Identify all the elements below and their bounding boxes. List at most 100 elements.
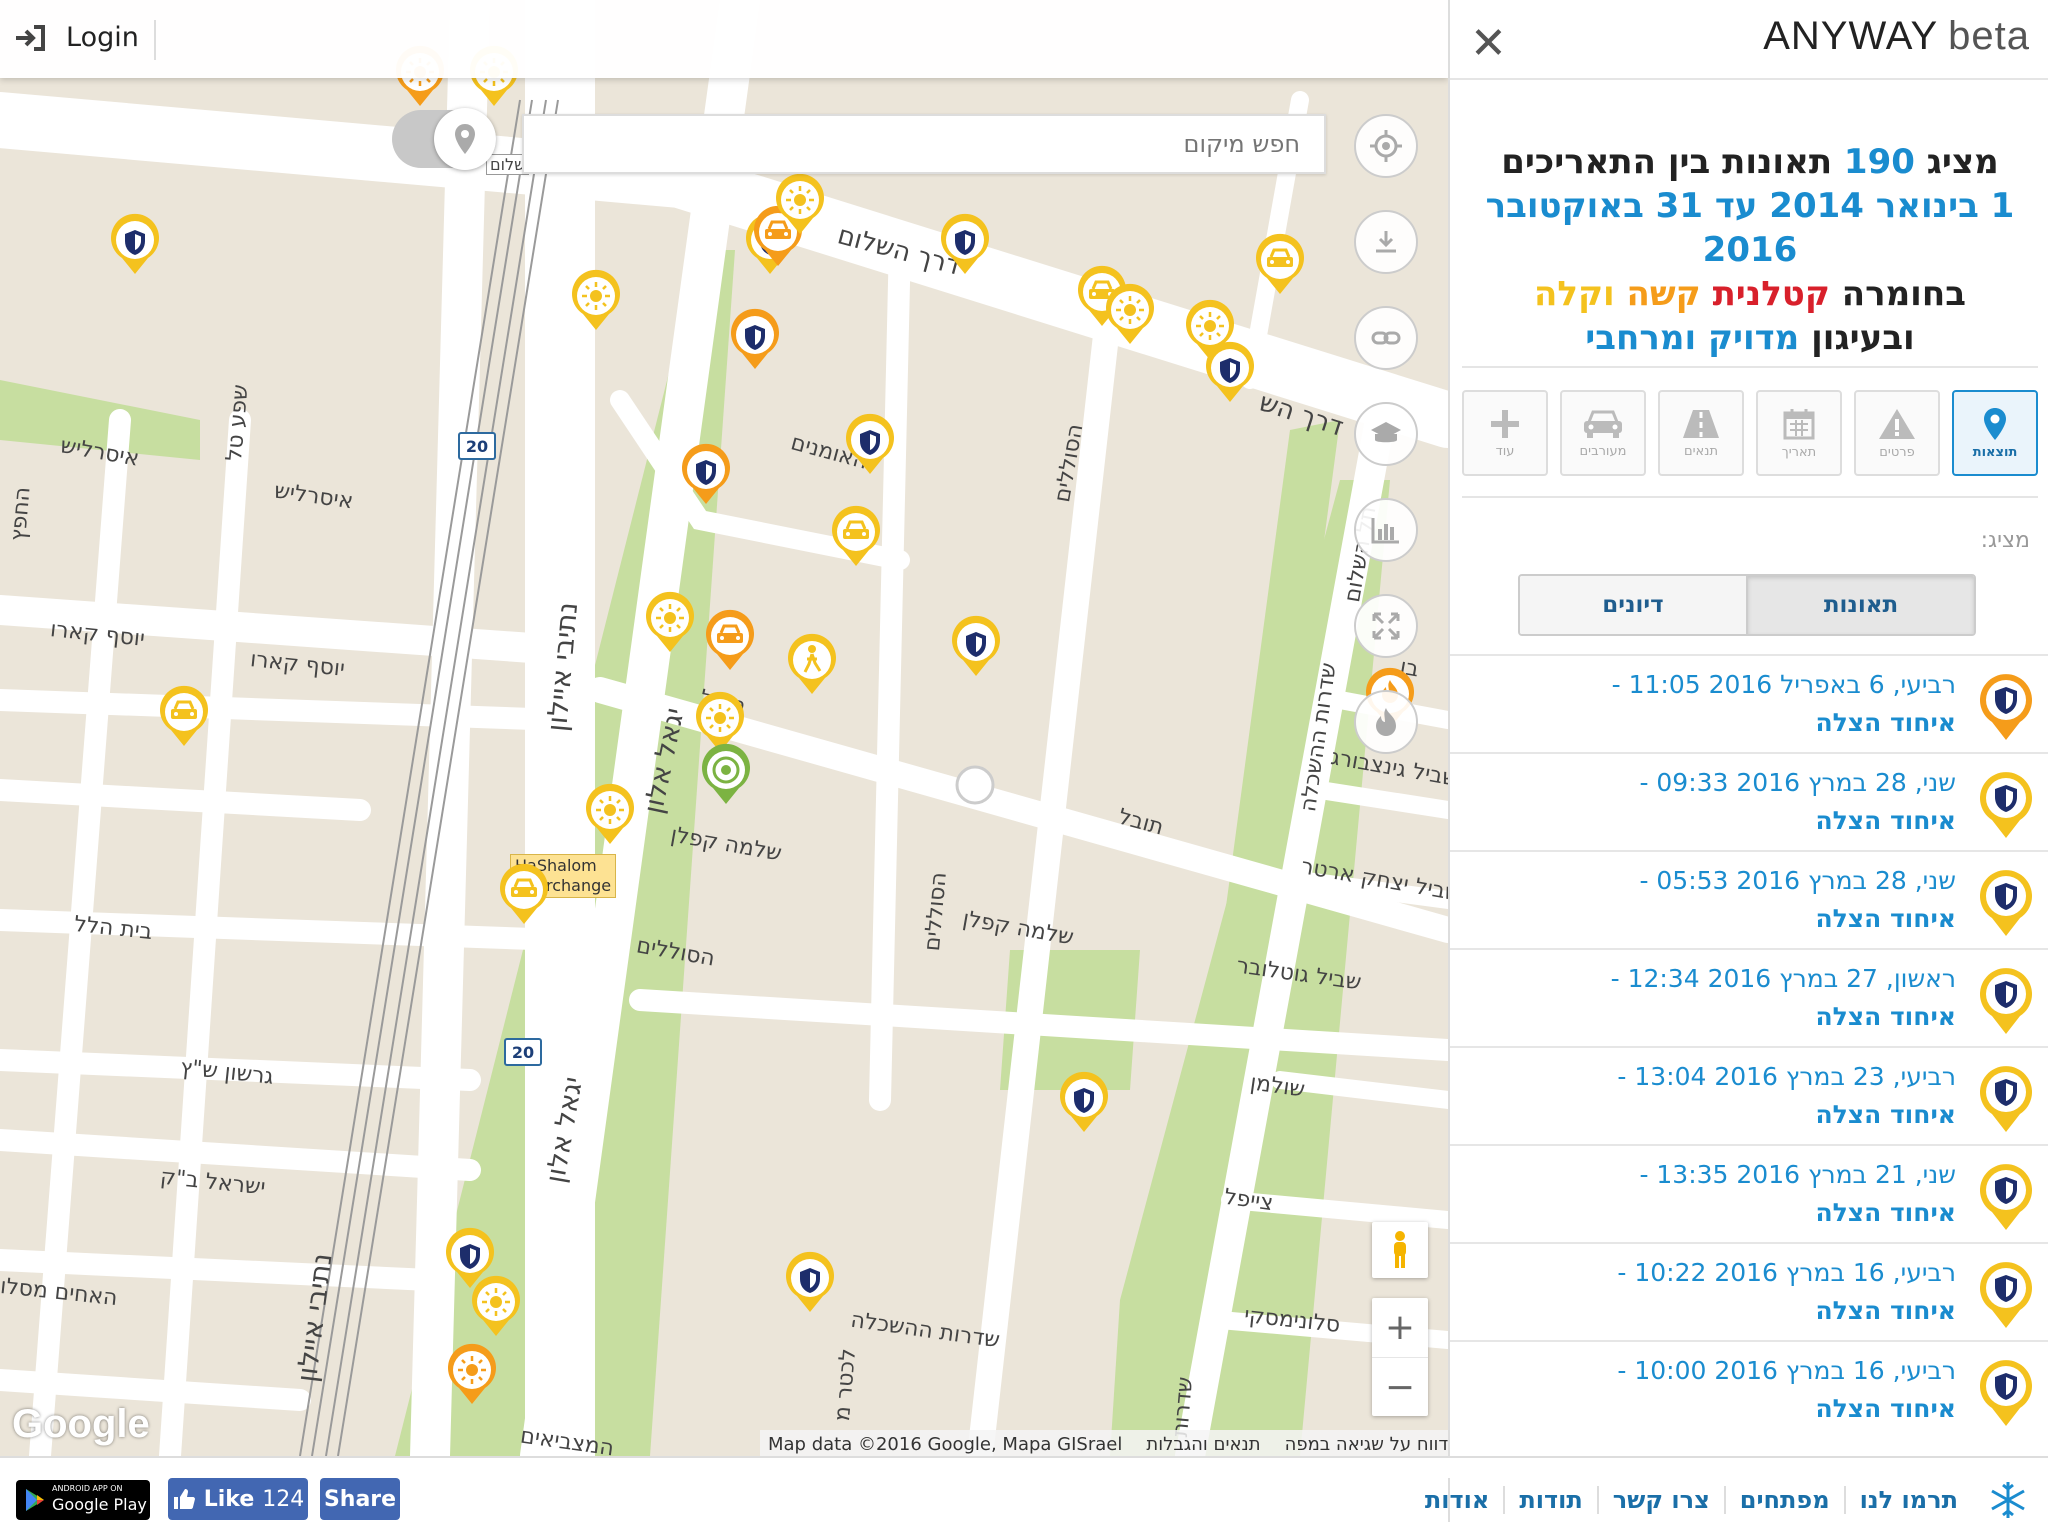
- result-title[interactable]: רביעי, 16 במרץ 2016 10:00 -: [1617, 1356, 1956, 1385]
- tab-details[interactable]: פרטים: [1854, 390, 1940, 476]
- result-item[interactable]: רביעי, 6 באפריל 2016 11:05 - איחוד הצלה: [1450, 654, 2048, 752]
- result-item[interactable]: שני, 28 במרץ 2016 05:53 - איחוד הצלה: [1450, 850, 2048, 948]
- result-item[interactable]: שני, 28 במרץ 2016 09:33 - איחוד הצלה: [1450, 752, 2048, 850]
- car-marker-icon[interactable]: [829, 504, 883, 568]
- shield-marker-icon: [1980, 674, 2032, 740]
- shield-marker-icon[interactable]: [949, 614, 1003, 678]
- shield-marker-icon: [1980, 1262, 2032, 1328]
- top-toolbar: Login: [0, 0, 1448, 78]
- footer-link-thanks[interactable]: תודות: [1503, 1486, 1596, 1514]
- result-title[interactable]: רביעי, 16 במרץ 2016 10:22 -: [1617, 1258, 1956, 1287]
- footer-link-about[interactable]: אודות: [1411, 1486, 1503, 1514]
- road-icon: [1683, 409, 1719, 438]
- sidebar: ANYWAY beta ✕ מציג 190 תאונות בין התאריכי…: [1448, 0, 2048, 1456]
- shield-marker-icon[interactable]: [783, 1250, 837, 1314]
- pegman-icon[interactable]: [1372, 1222, 1428, 1278]
- car-marker-icon[interactable]: [703, 608, 757, 672]
- result-source: איחוד הצלה: [1815, 708, 1956, 737]
- target-marker-icon[interactable]: [699, 742, 753, 806]
- locate-icon[interactable]: [1354, 114, 1418, 178]
- footer-link-contact[interactable]: צרו קשר: [1596, 1486, 1724, 1514]
- result-title[interactable]: שני, 28 במרץ 2016 05:53 -: [1639, 866, 1956, 895]
- route-20-shield: 20: [504, 1038, 542, 1066]
- results-list: רביעי, 6 באפריל 2016 11:05 - איחוד הצלה שנ…: [1450, 654, 2048, 1438]
- car-marker-icon[interactable]: [497, 862, 551, 926]
- snowflake-icon: [1991, 1482, 2025, 1518]
- result-item[interactable]: ראשון, 27 במרץ 2016 12:34 - איחוד הצלה: [1450, 948, 2048, 1046]
- shield-marker-icon[interactable]: [938, 212, 992, 276]
- location-search: [522, 114, 1326, 174]
- result-item[interactable]: שני, 21 במרץ 2016 13:35 - איחוד הצלה: [1450, 1144, 2048, 1242]
- car-marker-icon[interactable]: [1253, 232, 1307, 296]
- result-item[interactable]: רביעי, 16 במרץ 2016 10:00 - איחוד הצלה: [1450, 1340, 2048, 1438]
- result-source: איחוד הצלה: [1815, 1002, 1956, 1031]
- footer-link-donate[interactable]: תרמו לנו: [1843, 1486, 1972, 1514]
- result-source: איחוד הצלה: [1815, 1100, 1956, 1129]
- layers-icon[interactable]: [1354, 402, 1418, 466]
- shield-marker-icon[interactable]: [728, 307, 782, 371]
- calendar-icon: [1783, 408, 1815, 439]
- facebook-like-button[interactable]: Like 124: [168, 1478, 308, 1520]
- link-icon[interactable]: [1354, 306, 1418, 370]
- route-20-shield: 20: [458, 432, 496, 460]
- thumbs-up-icon: [173, 1489, 195, 1509]
- tab-conditions[interactable]: תנאים: [1658, 390, 1744, 476]
- result-title[interactable]: רביעי, 6 באפריל 2016 11:05 -: [1612, 670, 1956, 699]
- download-icon[interactable]: [1354, 210, 1418, 274]
- zoom-out-button[interactable]: −: [1372, 1358, 1428, 1417]
- sun-marker-icon[interactable]: [583, 782, 637, 846]
- result-title[interactable]: שני, 28 במרץ 2016 09:33 -: [1639, 768, 1956, 797]
- zoom-in-button[interactable]: +: [1372, 1298, 1428, 1358]
- result-item[interactable]: רביעי, 16 במרץ 2016 10:22 - איחוד הצלה: [1450, 1242, 2048, 1340]
- shield-marker-icon: [1980, 772, 2032, 838]
- shield-marker-icon[interactable]: [679, 442, 733, 506]
- tab-date[interactable]: תאריך: [1756, 390, 1842, 476]
- shield-marker-icon[interactable]: [108, 212, 162, 276]
- segment-accidents[interactable]: תאונות: [1748, 576, 1974, 634]
- walk-marker-icon[interactable]: [785, 632, 839, 696]
- car-marker-icon[interactable]: [157, 684, 211, 748]
- facebook-share-button[interactable]: Share: [320, 1478, 400, 1520]
- result-title[interactable]: שני, 21 במרץ 2016 13:35 -: [1639, 1160, 1956, 1189]
- sun-marker-icon[interactable]: [773, 172, 827, 236]
- segment-discussions[interactable]: דיונים: [1520, 576, 1748, 634]
- close-icon[interactable]: ✕: [1470, 22, 1507, 66]
- street-label: החפץ: [6, 485, 36, 543]
- result-title[interactable]: ראשון, 27 במרץ 2016 12:34 -: [1611, 964, 1956, 993]
- login-button[interactable]: Login: [14, 22, 139, 53]
- zoom-control: + −: [1372, 1298, 1428, 1416]
- sun-marker-icon[interactable]: [643, 590, 697, 654]
- report-error-link[interactable]: דווח על שגיאה במפה: [1285, 1434, 1448, 1455]
- tab-more[interactable]: עוד: [1462, 390, 1548, 476]
- terms-link[interactable]: תנאים והגבלות: [1146, 1434, 1260, 1455]
- fire-icon[interactable]: [1354, 690, 1418, 754]
- sun-marker-icon[interactable]: [445, 1342, 499, 1406]
- result-item[interactable]: רביעי, 23 במרץ 2016 13:04 - איחוד הצלה: [1450, 1046, 2048, 1144]
- map[interactable]: דרך השלום דרך הש נתיבי איילון נתיבי אייל…: [0, 0, 1448, 1456]
- shield-marker-icon[interactable]: [843, 412, 897, 476]
- tab-involved[interactable]: מעורבים: [1560, 390, 1646, 476]
- tab-results[interactable]: תוצאות: [1952, 390, 2038, 476]
- footer-link-developers[interactable]: מפתחים: [1723, 1486, 1844, 1514]
- sun-marker-icon[interactable]: [1183, 298, 1237, 362]
- view-segment: תאונות דיונים: [1518, 574, 1976, 636]
- sun-marker-icon[interactable]: [1103, 282, 1157, 346]
- anyway-logo: ANYWAY beta: [1763, 14, 2030, 58]
- chart-icon[interactable]: [1354, 498, 1418, 562]
- shield-marker-icon: [1980, 968, 2032, 1034]
- search-input[interactable]: [524, 116, 1324, 172]
- car-icon: [1584, 410, 1622, 438]
- google-play-badge[interactable]: ANDROID APP ON Google Play: [16, 1480, 150, 1520]
- shield-marker-icon[interactable]: [1057, 1070, 1111, 1134]
- filter-tabs: תוצאות פרטים תאריך תנאים מעורבים עוד: [1462, 366, 2038, 498]
- sun-marker-icon[interactable]: [569, 268, 623, 332]
- map-pin-icon: [1984, 407, 2006, 440]
- result-title[interactable]: רביעי, 23 במרץ 2016 13:04 -: [1617, 1062, 1956, 1091]
- shield-marker-icon: [1980, 1164, 2032, 1230]
- sun-marker-icon[interactable]: [469, 1274, 523, 1338]
- search-mode-toggle[interactable]: [392, 108, 496, 170]
- expand-icon[interactable]: [1354, 594, 1418, 658]
- map-attribution: Map data ©2016 Google, Mapa GISrael תנאי…: [760, 1430, 1448, 1456]
- result-source: איחוד הצלה: [1815, 1198, 1956, 1227]
- result-source: איחוד הצלה: [1815, 806, 1956, 835]
